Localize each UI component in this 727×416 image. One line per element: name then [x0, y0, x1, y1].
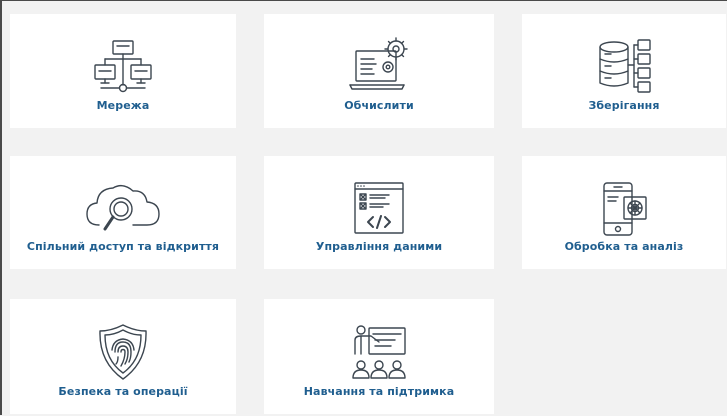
tile-label: Обчислити [344, 99, 414, 112]
tile-label: Зберігання [588, 99, 660, 112]
tile-training-support[interactable]: Навчання та підтримка [264, 299, 494, 414]
tile-label: Навчання та підтримка [303, 385, 455, 398]
presentation-training-icon [264, 321, 494, 383]
shield-fingerprint-icon [10, 321, 236, 383]
tile-data-management[interactable]: Управління даними [264, 156, 494, 269]
tile-label: Спільний доступ та відкриття [26, 240, 220, 253]
tile-security-operations[interactable]: Безпека та операції [10, 299, 236, 414]
tile-compute[interactable]: Обчислити [264, 14, 494, 128]
code-window-icon [264, 178, 494, 240]
tile-label: Мережа [96, 99, 150, 112]
cloud-search-icon [10, 178, 236, 240]
tile-processing-analysis[interactable]: Обробка та аналіз [522, 156, 726, 269]
tile-storage[interactable]: Зберігання [522, 14, 726, 128]
tile-label: Безпека та операції [58, 385, 188, 398]
database-storage-icon [522, 36, 726, 98]
mobile-chip-icon [522, 178, 726, 240]
tile-label: Обробка та аналіз [564, 240, 684, 253]
network-icon [10, 36, 236, 98]
tile-label: Управління даними [315, 240, 443, 253]
tile-sharing-discovery[interactable]: Спільний доступ та відкриття [10, 156, 236, 269]
tile-network[interactable]: Мережа [10, 14, 236, 128]
laptop-gear-icon [264, 36, 494, 98]
